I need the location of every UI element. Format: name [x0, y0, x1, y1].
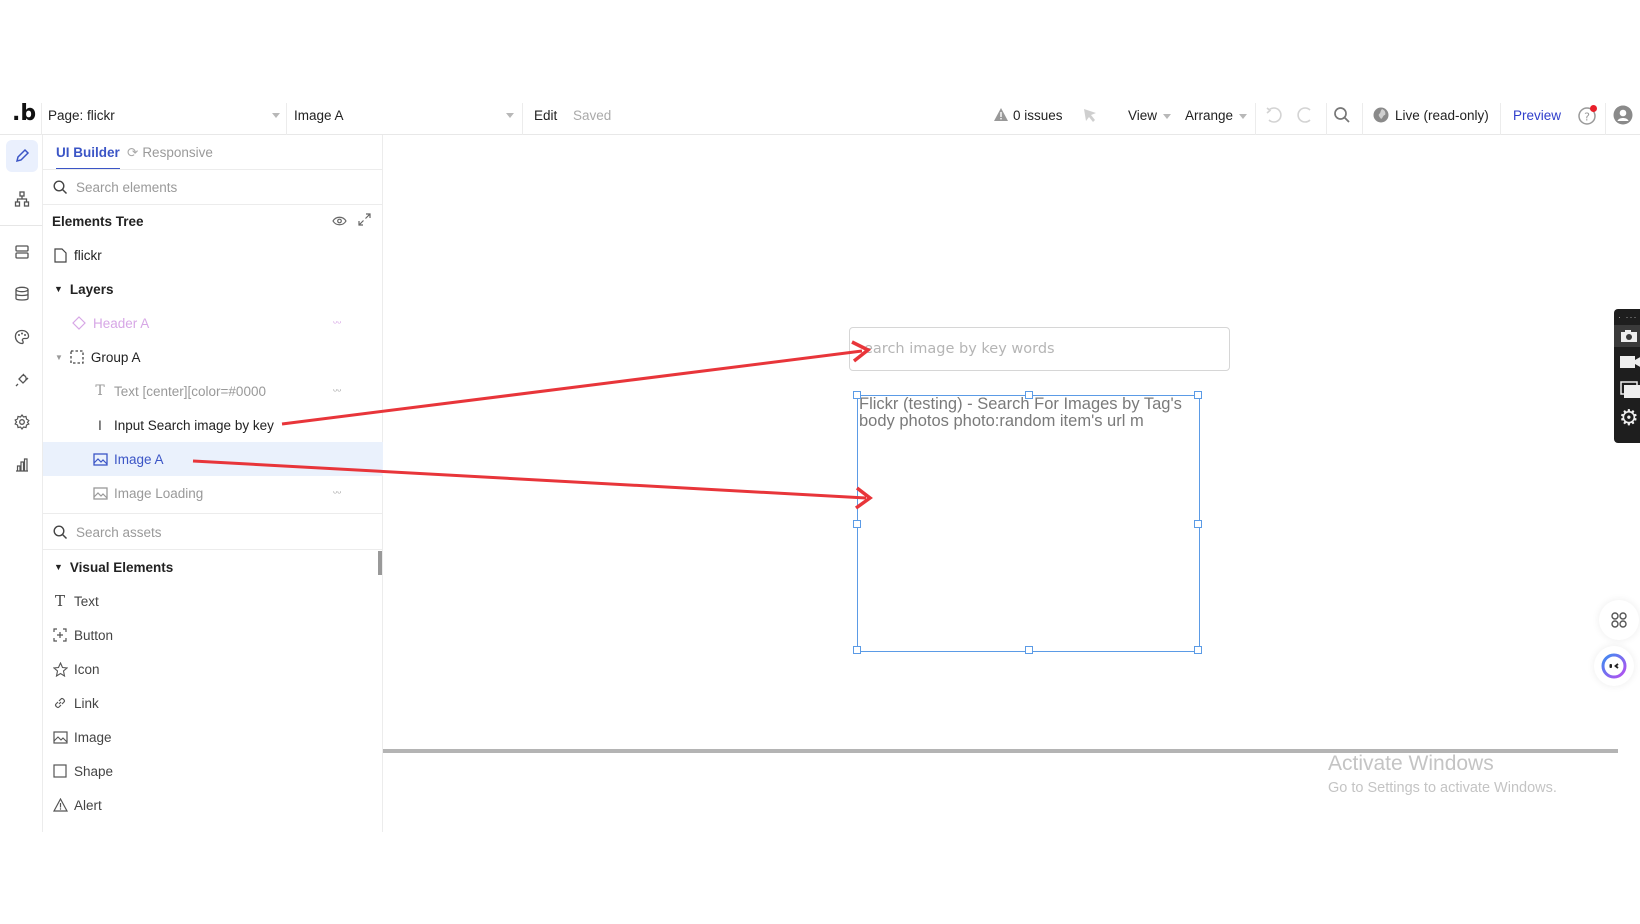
assistant-button[interactable] [1594, 646, 1634, 686]
arrow-image-annotation [192, 459, 873, 510]
video-button[interactable] [1620, 355, 1640, 374]
screen-capture-toolbar: · ··· ⚙ [1614, 309, 1640, 443]
more-icon[interactable]: · ··· [1618, 312, 1638, 322]
assistant-face-icon [1601, 653, 1627, 679]
windows-icon [1620, 381, 1640, 398]
activate-windows-title: Activate Windows [1328, 752, 1494, 775]
gear-icon[interactable]: ⚙ [1619, 407, 1639, 429]
command-icon [1611, 612, 1627, 628]
camera-button[interactable] [1614, 325, 1640, 347]
camera-icon [1621, 330, 1637, 342]
activate-windows-subtitle: Go to Settings to activate Windows. [1328, 780, 1557, 796]
shortcuts-button[interactable] [1599, 600, 1639, 640]
window-capture-button[interactable] [1620, 381, 1640, 404]
arrow-input-annotation [281, 340, 872, 426]
video-camera-icon [1620, 356, 1640, 368]
